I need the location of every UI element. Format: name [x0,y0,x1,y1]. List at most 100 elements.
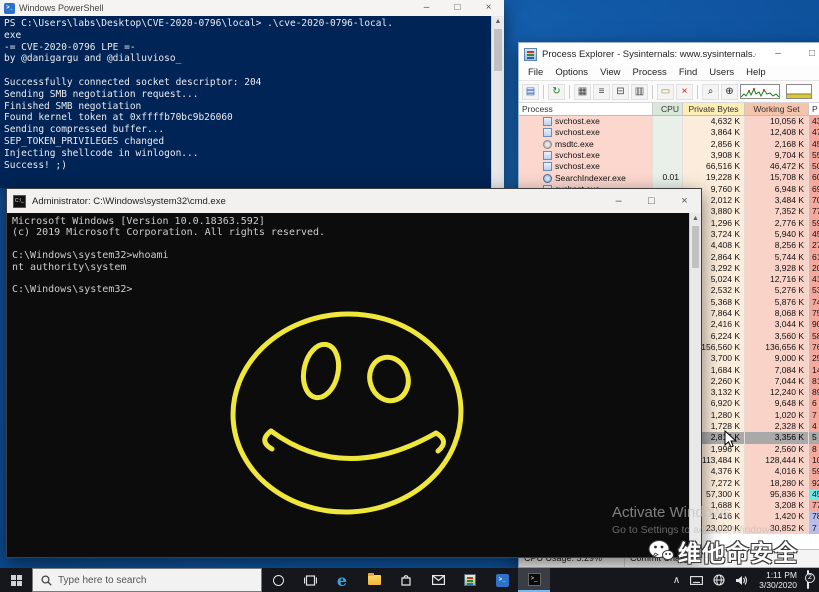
pid-cell: 90 [809,319,819,330]
maximize-button[interactable]: □ [795,43,819,65]
working-set-cell: 9,648 K [745,398,809,409]
edge-button[interactable]: e [326,568,358,592]
scroll-up-icon[interactable]: ▲ [492,16,504,28]
svchost-process-icon [543,117,552,126]
process-name-cell: msdtc.exe [519,139,653,150]
menu-view[interactable]: View [594,67,626,78]
menu-help[interactable]: Help [740,67,772,78]
cpu-cell [653,150,683,161]
powershell-taskbar-button[interactable]: >_ [486,568,518,592]
cpu-history-graph[interactable] [740,84,780,99]
minimize-button[interactable]: – [411,0,442,16]
pid-cell: 25 [809,353,819,364]
commit-history-graph[interactable] [786,84,812,99]
windows-logo-icon [11,575,22,586]
working-set-cell: 1,420 K [745,511,809,522]
save-icon[interactable]: ▤ [522,84,539,100]
menu-find[interactable]: Find [673,67,703,78]
maximize-button[interactable]: □ [635,189,668,213]
start-button[interactable] [0,568,32,592]
pid-cell: 7 [809,523,819,534]
column-header-private-bytes[interactable]: Private Bytes [683,103,745,115]
cmd-output[interactable]: Microsoft Windows [Version 10.0.18363.59… [7,213,689,557]
view-dlls-icon[interactable]: ▥ [631,84,648,100]
column-header-working-set[interactable]: Working Set [745,103,809,115]
search-input[interactable]: Type here to search [32,568,262,592]
process-name-cell: svchost.exe [519,127,653,138]
file-explorer-icon [368,575,381,585]
taskbar-clock[interactable]: 1:11 PM 3/30/2020 [753,570,803,590]
minimize-button[interactable]: – [761,43,795,65]
find-handle-icon[interactable]: ⌕ [702,84,719,100]
pid-cell: 70 [809,195,819,206]
working-set-cell: 15,708 K [745,172,809,183]
working-set-cell: 5,876 K [745,297,809,308]
find-window-icon[interactable]: ⊕ [721,84,738,100]
process-explorer-menubar: FileOptionsViewProcessFindUsersHelp [519,65,819,81]
close-button[interactable]: × [473,0,504,16]
cortana-button[interactable] [262,568,294,592]
maximize-button[interactable]: □ [442,0,473,16]
scroll-up-icon[interactable]: ▲ [690,213,701,225]
pid-cell: 74 [809,297,819,308]
touch-keyboard-icon[interactable] [685,576,708,585]
toolbar-separator [652,85,653,99]
action-center-button[interactable]: 2 [803,571,819,589]
tray-chevron-up-icon[interactable]: ∧ [668,575,685,586]
store-button[interactable] [390,568,422,592]
file-explorer-button[interactable] [358,568,390,592]
pid-cell: 47 [809,127,819,138]
scroll-down-icon[interactable]: ▼ [690,545,701,557]
cmd-titlebar[interactable]: C:\_ Administrator: C:\Windows\system32\… [7,189,701,213]
cortana-icon [273,575,284,586]
mail-button[interactable] [422,568,454,592]
powershell-output[interactable]: PS C:\Users\labs\Desktop\CVE-2020-0796\l… [0,16,491,188]
working-set-cell: 8,256 K [745,240,809,251]
process-row[interactable]: svchost.exe3,908 K9,704 K55 [519,150,819,161]
working-set-cell: 3,356 K [745,432,809,443]
private-bytes-cell: 3,908 K [683,150,745,161]
task-view-button[interactable] [294,568,326,592]
toolbar-separator [543,85,544,99]
properties-icon[interactable]: ▭ [657,84,674,100]
kill-process-icon[interactable]: × [676,84,693,100]
process-explorer-taskbar-button[interactable] [454,568,486,592]
volume-icon[interactable] [730,575,753,586]
pid-cell: 10 [809,455,819,466]
column-header-cpu[interactable]: CPU [653,103,683,115]
menu-process[interactable]: Process [626,67,672,78]
show-process-tree-icon[interactable]: ≡ [593,84,610,100]
clock-date: 3/30/2020 [759,580,797,590]
close-button[interactable]: × [668,189,701,213]
cmd-scrollbar[interactable]: ▲ ▼ [689,213,701,557]
powershell-scrollbar[interactable]: ▲ [491,16,504,188]
menu-options[interactable]: Options [549,67,594,78]
process-row[interactable]: svchost.exe66,516 K46,472 K50 [519,161,819,172]
working-set-cell: 95,836 K [745,489,809,500]
system-information-icon[interactable]: ▦ [574,84,591,100]
process-explorer-titlebar[interactable]: Process Explorer - Sysinternals: www.sys… [519,43,819,65]
process-explorer-title: Process Explorer - Sysinternals: www.sys… [542,49,756,60]
menu-file[interactable]: File [522,67,549,78]
menu-users[interactable]: Users [703,67,740,78]
minimize-button[interactable]: – [602,189,635,213]
refresh-icon[interactable]: ↻ [548,84,565,100]
process-row[interactable]: svchost.exe3,864 K12,408 K47 [519,127,819,138]
process-row[interactable]: svchost.exe4,632 K10,056 K43 [519,116,819,127]
process-row[interactable]: msdtc.exe2,856 K2,168 K45 [519,139,819,150]
process-row[interactable]: SearchIndexer.exe0.0119,228 K15,708 K60 [519,172,819,183]
cpu-cell [653,127,683,138]
network-icon[interactable] [708,574,730,586]
powershell-titlebar[interactable]: >_ Windows PowerShell – □ × [0,0,504,16]
cmd-taskbar-button[interactable]: >_ [518,568,550,592]
working-set-cell: 7,352 K [745,206,809,217]
show-lower-pane-icon[interactable]: ⊟ [612,84,629,100]
pid-cell: 41 [809,274,819,285]
scroll-thumb[interactable] [692,226,699,268]
pid-cell: 20 [809,263,819,274]
pid-cell: 45 [809,489,819,500]
column-header-process[interactable]: Process [519,103,653,115]
scroll-thumb[interactable] [494,29,502,71]
column-header-p[interactable]: P [809,103,819,115]
process-explorer-icon [464,574,476,586]
